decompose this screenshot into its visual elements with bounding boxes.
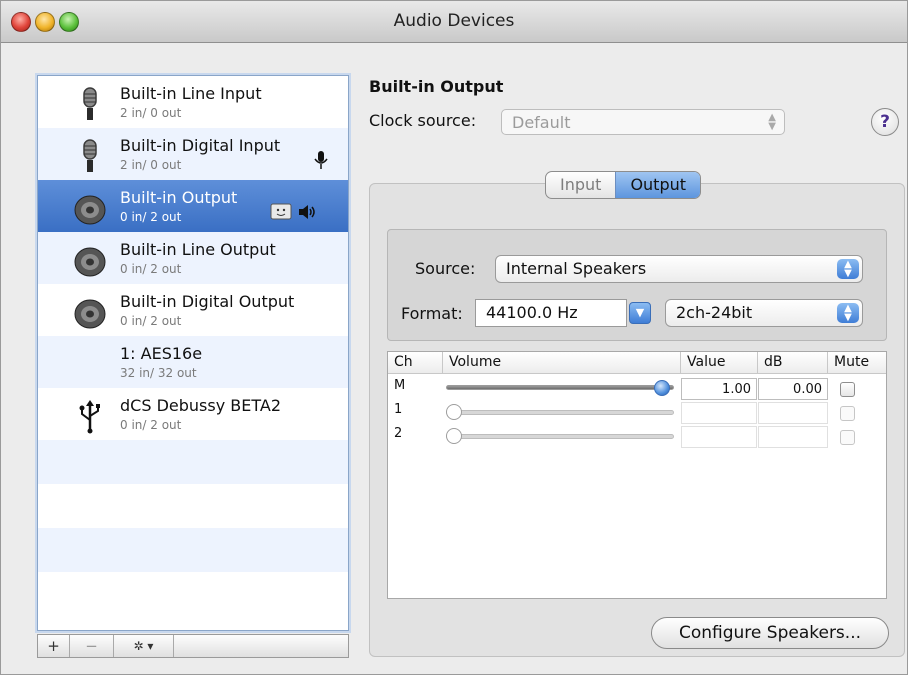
volume-value-field[interactable]: [681, 402, 757, 424]
volume-slider-knob[interactable]: [446, 404, 462, 420]
empty-list-row: [38, 572, 348, 616]
device-item-built-in-digital-input[interactable]: Built-in Digital Input 2 in/ 0 out: [38, 128, 348, 180]
device-name: Built-in Digital Output: [120, 292, 295, 311]
volume-slider-track[interactable]: [446, 434, 674, 439]
microphone-icon: [83, 87, 97, 120]
source-value: Internal Speakers: [506, 259, 647, 278]
tab-input[interactable]: Input: [546, 172, 615, 198]
device-name: Built-in Digital Input: [120, 136, 281, 155]
empty-list-row: [38, 440, 348, 484]
volume-value-field[interactable]: 1.00: [681, 378, 757, 400]
tab-output[interactable]: Output: [615, 172, 701, 198]
clock-source-label: Clock source:: [369, 111, 477, 130]
clock-source-value: Default: [512, 113, 571, 132]
configure-speakers-button[interactable]: Configure Speakers...: [651, 617, 889, 649]
volume-db-field[interactable]: 0.00: [758, 378, 828, 400]
help-button[interactable]: ?: [871, 108, 899, 136]
column-header-ch: Ch: [388, 352, 443, 374]
format-label: Format:: [401, 304, 463, 323]
volume-value-field[interactable]: [681, 426, 757, 448]
device-name: dCS Debussy BETA2: [120, 396, 281, 415]
updown-arrows-icon: ▲ ▼: [837, 259, 859, 279]
action-menu-button[interactable]: ✲ ▾: [114, 635, 174, 657]
default-input-mic-icon: [314, 151, 328, 169]
speaker-icon: [74, 247, 106, 277]
channel-label: 1: [394, 402, 403, 417]
source-popup[interactable]: Internal Speakers ▲ ▼: [495, 255, 863, 283]
source-label: Source:: [415, 259, 476, 278]
volume-slider-knob[interactable]: [446, 428, 462, 444]
clock-source-select[interactable]: Default ▲ ▼: [501, 109, 785, 135]
speaker-icon: [74, 195, 106, 225]
empty-list-row: [38, 484, 348, 528]
system-output-finder-icon: [270, 203, 292, 220]
device-name: 1: AES16e: [120, 344, 203, 363]
format-rate-value: 44100.0 Hz: [486, 303, 578, 322]
window-title: Audio Devices: [393, 11, 515, 31]
column-header-mute: Mute: [828, 352, 886, 374]
selected-device-title: Built-in Output: [369, 77, 504, 96]
format-bits-popup[interactable]: 2ch-24bit ▲ ▼: [665, 299, 863, 327]
updown-arrows-icon: ▲ ▼: [837, 303, 859, 323]
device-name: Built-in Line Output: [120, 240, 276, 259]
device-name: Built-in Line Input: [120, 84, 262, 103]
device-item-built-in-digital-output[interactable]: Built-in Digital Output 0 in/ 2 out: [38, 284, 348, 336]
device-item-dcs-debussy[interactable]: dCS Debussy BETA2 0 in/ 2 out: [38, 388, 348, 440]
device-io-count: 2 in/ 0 out: [120, 106, 182, 120]
default-output-speaker-icon: [299, 205, 315, 219]
add-device-button[interactable]: +: [38, 635, 70, 657]
device-io-count: 0 in/ 2 out: [120, 314, 182, 328]
empty-list-row: [38, 528, 348, 572]
device-list-toolbar: + − ✲ ▾: [37, 634, 349, 658]
device-io-count: 0 in/ 2 out: [120, 262, 182, 276]
title-bar[interactable]: Audio Devices: [1, 1, 907, 43]
column-header-value: Value: [681, 352, 758, 374]
mute-checkbox[interactable]: [840, 406, 855, 421]
speaker-icon: [74, 299, 106, 329]
channel-volume-table: Ch Volume Value dB Mute M 1.00 0.00 1 2: [387, 351, 887, 599]
device-item-built-in-line-input[interactable]: Built-in Line Input 2 in/ 0 out: [38, 76, 348, 128]
volume-slider-knob[interactable]: [654, 380, 670, 396]
device-io-count: 0 in/ 2 out: [120, 418, 182, 432]
mute-checkbox[interactable]: [840, 430, 855, 445]
device-list[interactable]: Built-in Line Input 2 in/ 0 out Built-in…: [37, 75, 349, 631]
microphone-icon: [83, 139, 97, 172]
device-item-aes16e[interactable]: 1: AES16e 32 in/ 32 out: [38, 336, 348, 388]
device-io-count: 0 in/ 2 out: [120, 210, 182, 224]
device-item-built-in-output[interactable]: Built-in Output 0 in/ 2 out: [38, 180, 348, 232]
format-rate-combo[interactable]: 44100.0 Hz: [475, 299, 627, 327]
format-bits-value: 2ch-24bit: [676, 303, 753, 322]
format-rate-dropdown-icon[interactable]: ▼: [629, 302, 651, 324]
volume-db-field[interactable]: [758, 402, 828, 424]
device-name: Built-in Output: [120, 188, 238, 207]
audio-devices-window: Audio Devices Built-in Line Input 2 in/ …: [0, 0, 908, 675]
updown-arrows-icon: ▲ ▼: [768, 112, 776, 132]
volume-slider-track[interactable]: [446, 410, 674, 415]
usb-icon: [79, 400, 100, 434]
volume-slider-track[interactable]: [446, 385, 674, 390]
device-io-count: 32 in/ 32 out: [120, 366, 197, 380]
remove-device-button[interactable]: −: [70, 635, 114, 657]
channel-label: M: [394, 378, 406, 393]
input-output-tabs[interactable]: Input Output: [545, 171, 702, 199]
channel-label: 2: [394, 426, 403, 441]
volume-db-field[interactable]: [758, 426, 828, 448]
mute-checkbox[interactable]: [840, 382, 855, 397]
column-header-volume: Volume: [443, 352, 681, 374]
column-header-db: dB: [758, 352, 828, 374]
device-item-built-in-line-output[interactable]: Built-in Line Output 0 in/ 2 out: [38, 232, 348, 284]
device-io-count: 2 in/ 0 out: [120, 158, 182, 172]
